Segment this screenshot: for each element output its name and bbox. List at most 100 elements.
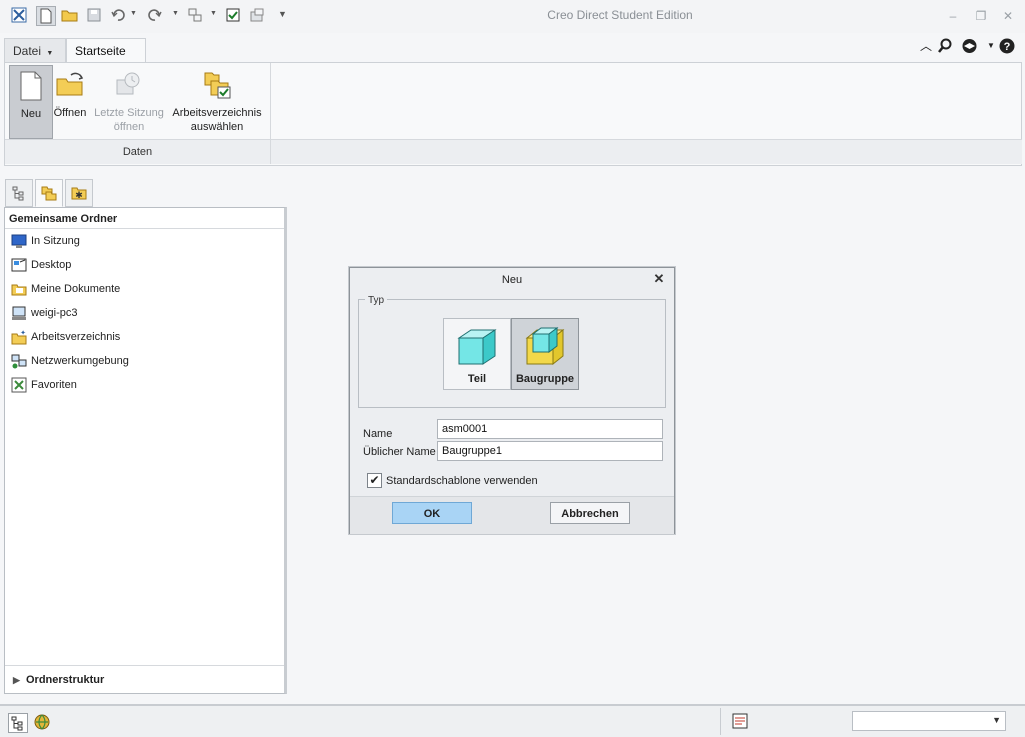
folder-tree-label: Ordnerstruktur [26,674,105,686]
working-dir-label-1: Arbeitsverzeichnis [172,107,262,119]
cancel-button[interactable]: Abbrechen [550,502,630,524]
use-template-checkbox[interactable]: ✔ [367,473,382,488]
nav-item-label: In Sitzung [31,235,80,247]
open-folder-icon[interactable] [61,6,79,24]
collapse-ribbon-icon[interactable]: ︿ [918,38,934,54]
regenerate-icon[interactable] [186,6,204,24]
folder-browser-icon [41,186,57,201]
learning-connector-icon[interactable] [961,38,977,54]
learning-dropdown-icon[interactable]: ▼ [983,38,999,54]
nav-item-meine-dokumente[interactable]: Meine Dokumente [9,279,269,299]
ribbon-group-divider [270,63,271,139]
svg-text:?: ? [1004,41,1011,53]
nav-item-desktop[interactable]: Desktop [9,255,269,275]
open-button[interactable]: Öffnen [51,65,89,137]
working-directory-icon [204,72,231,99]
nav-item-label: Netzwerkumgebung [31,355,129,367]
nav-item-netzwerkumgebung[interactable]: Netzwerkumgebung [9,351,269,371]
tab-datei-label: Datei [13,44,42,58]
nav-item-label: Desktop [31,259,72,271]
save-icon[interactable] [85,6,103,24]
type-part-button[interactable]: Teil [443,318,511,390]
part-icon [457,329,497,365]
ribbon-group-label: Daten [5,139,270,164]
type-group-legend: Typ [365,295,388,306]
use-template-label: Standardschablone verwenden [386,475,538,487]
customize-toolbar-icon[interactable]: ▼ [278,10,287,19]
undo-dropdown-icon[interactable]: ▼ [130,10,137,18]
last-session-icon [116,72,140,95]
nav-item-label: Favoriten [31,379,77,391]
regenerate-dropdown-icon[interactable]: ▼ [210,10,217,18]
selection-filter-dropdown[interactable]: ▼ [852,711,1006,731]
network-icon [11,354,27,369]
windows-icon[interactable] [224,6,242,24]
nav-item-in-sitzung[interactable]: In Sitzung [9,231,269,251]
name-label: Name [363,428,393,440]
toggle-browser-icon[interactable] [33,713,51,731]
creo-logo-icon [10,6,28,24]
svg-text:✦: ✦ [20,329,26,337]
ribbon: Neu Öffnen Letzte Sitzung öffnen Arbeitsv… [4,62,1022,166]
common-name-input[interactable] [437,441,663,461]
tab-favorites[interactable]: ✱ [65,179,93,207]
open-button-label: Öffnen [53,107,87,119]
navigator-header: Gemeinsame Ordner [5,208,284,229]
title-bar: ▼ ▼ ▼ ▼ Creo Direct Student Edition – ❐ … [0,0,1025,33]
select-working-directory-button[interactable]: Arbeitsverzeichnis auswählen [169,65,265,137]
maximize-icon[interactable]: ❐ [972,8,990,24]
close-icon[interactable]: ✕ [999,8,1017,24]
type-part-label: Teil [467,373,487,385]
folder-icon [11,284,27,296]
nav-item-favoriten[interactable]: Favoriten [9,375,269,395]
working-dir-icon: ✦ [11,329,27,345]
redo-dropdown-icon[interactable]: ▼ [172,10,179,18]
close-icon[interactable]: ✕ [652,272,666,286]
ribbon-group-footer [270,139,1022,164]
last-session-label-2: öffnen [113,121,145,133]
ok-button[interactable]: OK [392,502,472,524]
svg-text:✱: ✱ [75,190,83,200]
open-folder-icon [56,72,84,96]
checkmark-icon: ✔ [369,473,380,487]
nav-item-weigi-pc3[interactable]: weigi-pc3 [9,303,269,323]
toggle-navigator-icon[interactable] [8,713,28,733]
last-session-label-1: Letzte Sitzung [94,107,164,119]
close-window-icon[interactable] [248,6,266,24]
nav-item-arbeitsverzeichnis[interactable]: ✦ Arbeitsverzeichnis [9,327,269,347]
in-session-icon [11,234,27,248]
nav-item-label: Arbeitsverzeichnis [31,331,121,343]
open-last-session-button[interactable]: Letzte Sitzung öffnen [91,65,167,137]
redo-icon[interactable] [146,6,164,24]
new-file-icon[interactable] [36,6,56,26]
new-button[interactable]: Neu [9,65,53,139]
new-document-icon [20,71,42,101]
nav-item-label: Meine Dokumente [31,283,121,295]
favorites-icon [11,377,27,393]
tab-datei[interactable]: Datei ▼ [4,38,66,63]
name-input[interactable] [437,419,663,439]
tab-model-tree[interactable] [5,179,33,207]
folder-tree-toggle[interactable]: ▶ Ordnerstruktur [5,665,284,693]
undo-icon[interactable] [109,6,127,24]
tab-startseite[interactable]: Startseite [66,38,146,64]
window-title: Creo Direct Student Edition [547,8,693,22]
status-divider [720,708,721,735]
message-log-icon[interactable] [732,713,748,729]
new-dialog: Neu ✕ Typ Teil Baugruppe Name Üblicher N… [349,267,675,534]
minimize-icon[interactable]: – [944,8,962,24]
dialog-title: Neu [501,274,523,286]
tab-folder-browser[interactable] [35,179,63,207]
nav-item-label: weigi-pc3 [31,307,78,319]
computer-icon [12,306,26,320]
search-icon[interactable] [937,38,953,54]
chevron-down-icon: ▼ [46,50,54,57]
navigator-panel: Gemeinsame Ordner In Sitzung Desktop Mei… [4,207,287,694]
common-name-label: Üblicher Name [363,446,436,458]
type-assembly-button[interactable]: Baugruppe [511,318,579,390]
help-icon[interactable]: ? [999,38,1015,54]
model-tree-icon [12,186,24,201]
desktop-icon [11,258,27,272]
assembly-icon [525,327,565,366]
favorites-folder-icon: ✱ [71,187,87,200]
